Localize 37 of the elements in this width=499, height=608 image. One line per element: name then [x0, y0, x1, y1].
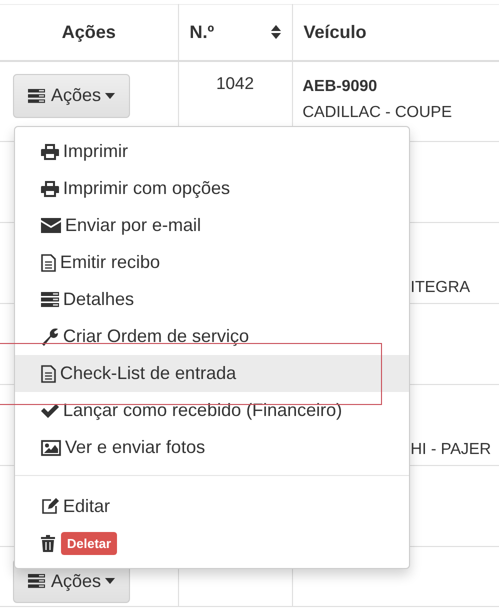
- menu-item[interactable]: Ver e enviar fotos: [15, 429, 409, 466]
- document-icon: [41, 364, 56, 382]
- printer-icon: [41, 144, 59, 160]
- sort-icon[interactable]: [270, 25, 280, 40]
- menu-item[interactable]: Enviar por e-mail: [15, 207, 409, 244]
- check-icon: [41, 404, 59, 418]
- document-icon: [41, 254, 56, 272]
- image-icon: [41, 440, 61, 456]
- caret-icon: [105, 578, 116, 584]
- edit-icon: [41, 498, 59, 515]
- list-icon: [41, 292, 59, 307]
- menu-item[interactable]: Lançar como recebido (Financeiro): [15, 392, 409, 429]
- table-cell: 1042: [216, 74, 254, 92]
- column-header: Veículo: [304, 22, 367, 43]
- menu-item[interactable]: Check-List de entrada: [15, 355, 409, 392]
- trash-icon: [41, 535, 55, 552]
- envelope-icon: [41, 218, 61, 233]
- menu-item[interactable]: Imprimir: [15, 133, 409, 170]
- actions-button[interactable]: Ações: [13, 74, 130, 118]
- list-icon: [28, 88, 45, 102]
- printer-icon: [41, 180, 59, 196]
- menu-item[interactable]: Deletar: [15, 525, 409, 562]
- vehicle-model: CADILLAC - COUPE: [302, 102, 453, 122]
- caret-icon: [105, 92, 116, 98]
- vehicle-model: HI - PAJER: [410, 440, 492, 460]
- column-header: N.º: [190, 22, 214, 43]
- menu-item[interactable]: Emitir recibo: [15, 244, 409, 281]
- vehicle-model: ITEGRA: [410, 278, 472, 298]
- menu-item[interactable]: Editar: [15, 488, 409, 525]
- vehicle-plate: AEB-9090: [302, 76, 378, 96]
- menu-item[interactable]: Detalhes: [15, 281, 409, 318]
- menu-item[interactable]: Criar Ordem de serviço: [15, 318, 409, 355]
- column-header: Ações: [62, 22, 116, 43]
- menu-item[interactable]: Imprimir com opções: [15, 170, 409, 207]
- list-icon: [28, 574, 45, 588]
- wrench-icon: [41, 328, 59, 346]
- delete-badge: Deletar: [61, 532, 118, 555]
